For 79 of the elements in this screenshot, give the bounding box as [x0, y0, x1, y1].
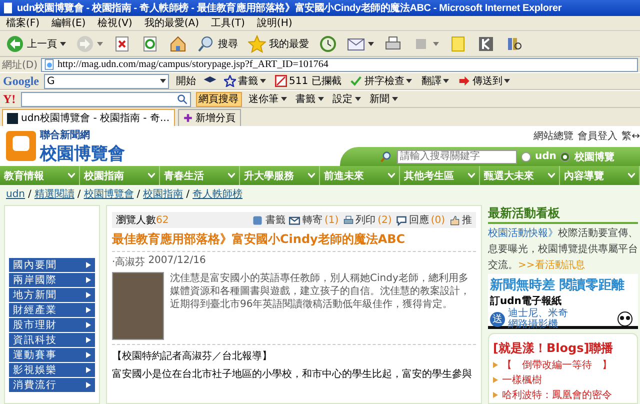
- radio-label: udn: [535, 151, 556, 162]
- menu-item[interactable]: 我的最愛(A): [144, 16, 199, 30]
- sidebar-heading: 最新活動看板: [488, 205, 638, 224]
- breadcrumb-link[interactable]: 校園博覽會: [84, 187, 134, 201]
- logo-subtitle: 聯合新聞網: [40, 128, 91, 142]
- browser-tab[interactable]: 新增分頁: [178, 109, 240, 126]
- browser-tab[interactable]: udn校園博覽會 - 校園指南 - 奇...: [2, 109, 174, 126]
- toolbar-button[interactable]: 我的最愛: [246, 32, 311, 54]
- blog-heading: [就是漾！Blogs]聯播: [493, 340, 614, 357]
- blog-link[interactable]: 一樣楓樹: [493, 373, 633, 387]
- top-link[interactable]: 會員登入: [578, 129, 618, 143]
- event-text: 交流。: [488, 260, 518, 271]
- google-search-field[interactable]: G: [44, 74, 169, 88]
- address-label: 網址(D): [2, 58, 38, 72]
- yahoo-logo: Y!: [3, 92, 16, 106]
- side-menu-item[interactable]: 影視娛樂: [9, 363, 95, 377]
- separator: /: [28, 188, 32, 200]
- gift-badge: 送: [490, 312, 505, 326]
- article-action-link[interactable]: 轉寄 (1): [289, 213, 339, 227]
- spellcheck-button[interactable]: 拼字檢查: [348, 74, 414, 88]
- settings-button[interactable]: 設定: [330, 92, 363, 106]
- side-menu-item[interactable]: 股市理財: [9, 318, 95, 332]
- summary-text: 沈佳慧是富安國小的英語專任教師，別人稱她Cindy老師，總利用多媒體資源和各種圖書與遊戲，建立孩子的自信。沈佳慧的教案設計，近期得到臺北市96年英語閱讀徵稿活動低年級佳作，獲得肯定。: [170, 272, 471, 312]
- view-count: 瀏覽人數62: [116, 214, 169, 227]
- blog-link[interactable]: 【 倒帶改編一等待 】: [493, 358, 633, 372]
- radio-label: 校園博覽: [574, 150, 614, 164]
- date: 2007/12/16: [148, 255, 206, 268]
- side-menu-item[interactable]: 資訊科技: [9, 333, 95, 347]
- top-link[interactable]: 網站總覽: [534, 129, 574, 143]
- news-button[interactable]: 新聞: [368, 92, 400, 106]
- article-action-link[interactable]: 書籤: [252, 213, 286, 227]
- translate-button[interactable]: 翻譯: [419, 74, 452, 88]
- event-text: 息要曝光，校園博覽提供專屬平台: [488, 244, 638, 255]
- menu-item[interactable]: 檢視(V): [98, 16, 132, 30]
- menu-item[interactable]: 工具(T): [211, 16, 245, 30]
- event-link[interactable]: 校園活動快報》: [488, 228, 558, 239]
- ad-headline: 新聞無時差 閱讀零距離: [490, 276, 626, 294]
- top-link[interactable]: 繁↔: [622, 129, 640, 143]
- event-text: 校際活動要宣傳、: [558, 228, 638, 239]
- popup-blocker-button[interactable]: 511 已攔截: [273, 74, 344, 88]
- window-title: udn校園博覽會 - 校園指南 - 奇人軼師榜 - 最佳教育應用部落格》富安國小Cindy老師的魔法ABC - Microsoft Internet Explorer: [17, 1, 562, 15]
- send-to-button[interactable]: 傳送到: [456, 74, 512, 88]
- article-action-link[interactable]: 列印 (2): [342, 213, 392, 227]
- author: ‧高淑芬: [112, 256, 146, 269]
- google-logo: Google: [3, 74, 39, 88]
- toolbar-button[interactable]: 搜尋: [195, 32, 240, 54]
- separator: /: [136, 188, 140, 200]
- search-field[interactable]: 請輸入搜尋關鍵字: [397, 150, 517, 164]
- address-field[interactable]: http://mag.udn.com/mag/campus/storypage.jsp?f_ART_ID=101764: [40, 58, 638, 72]
- article-title: 最佳教育應用部落格》富安國小Cindy老師的魔法ABC: [112, 231, 476, 252]
- side-menu-item[interactable]: 消費流行: [9, 378, 95, 392]
- separator: /: [186, 188, 190, 200]
- ad-subtitle: 訂udn電子報紙: [490, 294, 562, 308]
- side-menu-item[interactable]: 財經產業: [9, 303, 95, 317]
- side-menu-item[interactable]: 運動賽事: [9, 348, 95, 362]
- side-menu-item[interactable]: 兩岸國際: [9, 273, 95, 287]
- separator: /: [77, 188, 81, 200]
- breadcrumb-link[interactable]: udn: [6, 188, 26, 200]
- blog-link[interactable]: 哈利波特：鳳凰會的密令: [493, 388, 633, 402]
- web-search-button[interactable]: 網頁搜尋: [196, 92, 242, 106]
- article-action-link[interactable]: 推: [449, 213, 472, 227]
- side-menu-item[interactable]: 地方新聞: [9, 288, 95, 302]
- menu-item[interactable]: 檔案(F): [6, 16, 40, 30]
- menu-item[interactable]: 說明(H): [256, 16, 292, 30]
- toolbar-button[interactable]: 上一頁: [4, 32, 68, 54]
- bookmarks-button[interactable]: 書籤: [294, 92, 326, 106]
- ad-gift: 迪士尼、米奇: [508, 308, 568, 319]
- logo-title: 校園博覽會: [40, 142, 125, 164]
- menu-item[interactable]: 編輯(E): [52, 16, 86, 30]
- breadcrumb-link[interactable]: 奇人軼師榜: [192, 187, 243, 201]
- start-button[interactable]: 開始: [174, 74, 198, 88]
- side-menu-item[interactable]: 國內要聞: [9, 258, 95, 272]
- mini-note-button[interactable]: 迷你筆: [246, 92, 289, 106]
- bookmarks-button[interactable]: 書籤: [222, 74, 268, 88]
- breadcrumb-link[interactable]: 精選閱讀: [34, 187, 74, 201]
- byline: 【校園特約記者高淑芬／台北報導】: [112, 350, 273, 363]
- body-text: 富安國小是位在台北市社子地區的小學校，和市中心的學生比起，富安的學生參與: [112, 368, 473, 381]
- breadcrumb-link[interactable]: 校園指南: [143, 187, 184, 201]
- article-action-link[interactable]: 回應 (0): [396, 213, 445, 227]
